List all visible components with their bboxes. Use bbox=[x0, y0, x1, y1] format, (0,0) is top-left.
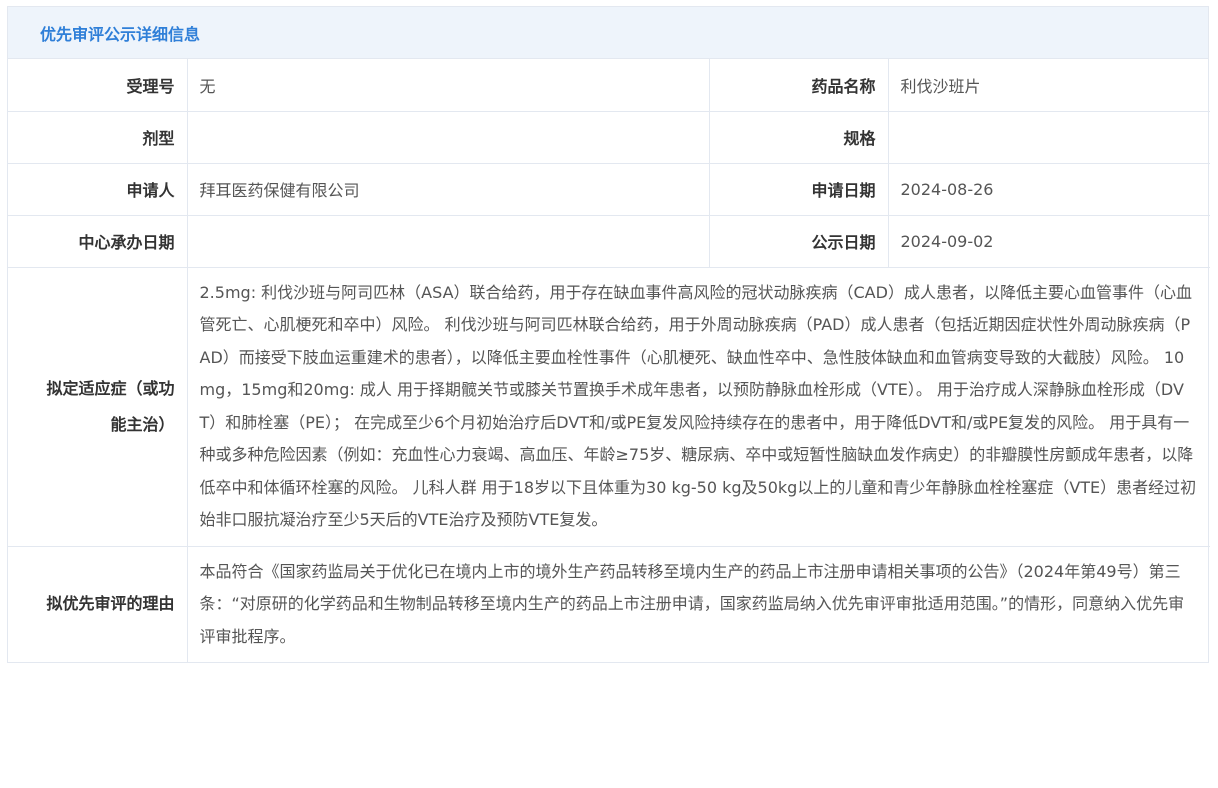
reason-label: 拟优先审评的理由 bbox=[8, 546, 188, 662]
accept-no-label: 受理号 bbox=[8, 59, 188, 112]
center-date-value bbox=[187, 215, 710, 268]
publish-date-value: 2024-09-02 bbox=[888, 215, 1210, 268]
detail-table: 受理号 无 药品名称 利伐沙班片 剂型 规格 申请人 拜耳医药保健有限公司 申请… bbox=[8, 59, 1210, 662]
applicant-value: 拜耳医药保健有限公司 bbox=[187, 163, 710, 216]
accept-no-value: 无 bbox=[187, 59, 710, 112]
indication-value: 2.5mg: 利伐沙班与阿司匹林（ASA）联合给药，用于存在缺血事件高风险的冠状… bbox=[187, 267, 1210, 547]
apply-date-label: 申请日期 bbox=[709, 163, 889, 216]
table-row: 剂型 规格 bbox=[8, 111, 1210, 164]
table-row: 中心承办日期 公示日期 2024-09-02 bbox=[8, 215, 1210, 268]
panel-header: 优先审评公示详细信息 bbox=[8, 7, 1208, 59]
panel-title: 优先审评公示详细信息 bbox=[40, 24, 201, 44]
detail-panel: 优先审评公示详细信息 受理号 无 药品名称 利伐沙班片 剂型 规格 申请人 拜耳… bbox=[7, 6, 1210, 663]
table-row: 受理号 无 药品名称 利伐沙班片 bbox=[8, 59, 1210, 112]
drug-name-value: 利伐沙班片 bbox=[888, 59, 1210, 112]
dosage-form-label: 剂型 bbox=[8, 111, 188, 164]
dosage-form-value bbox=[187, 111, 710, 164]
spec-label: 规格 bbox=[709, 111, 889, 164]
applicant-label: 申请人 bbox=[8, 163, 188, 216]
drug-name-label: 药品名称 bbox=[709, 59, 889, 112]
center-date-label: 中心承办日期 bbox=[8, 215, 188, 268]
spec-value bbox=[888, 111, 1210, 164]
indication-label: 拟定适应症（或功能主治） bbox=[8, 267, 188, 547]
table-row: 拟定适应症（或功能主治） 2.5mg: 利伐沙班与阿司匹林（ASA）联合给药，用… bbox=[8, 267, 1210, 547]
apply-date-value: 2024-08-26 bbox=[888, 163, 1210, 216]
table-row: 申请人 拜耳医药保健有限公司 申请日期 2024-08-26 bbox=[8, 163, 1210, 216]
publish-date-label: 公示日期 bbox=[709, 215, 889, 268]
reason-value: 本品符合《国家药监局关于优化已在境内上市的境外生产药品转移至境内生产的药品上市注… bbox=[199, 561, 1185, 646]
table-row: 拟优先审评的理由 本品符合《国家药监局关于优化已在境内上市的境外生产药品转移至境… bbox=[8, 546, 1210, 662]
